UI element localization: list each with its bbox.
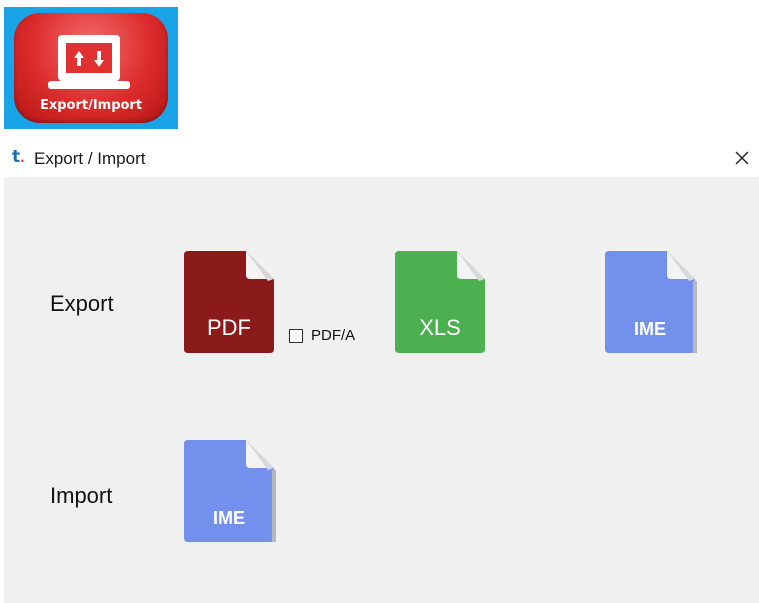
pdf-label: PDF (207, 315, 251, 340)
app-icon-label: Export/Import (39, 98, 143, 113)
export-xls-button[interactable]: XLS (395, 251, 485, 353)
pdfa-option[interactable]: PDF/A (289, 327, 355, 344)
import-label: Import (50, 483, 113, 508)
export-import-app-icon[interactable]: Export/Import (14, 13, 168, 123)
dialog-body: Export PDF PDF/A XLS IME Import IME (4, 177, 759, 603)
export-pdf-button[interactable]: PDF (184, 251, 274, 353)
export-ime-button[interactable]: IME (605, 251, 697, 353)
xls-label: XLS (419, 315, 461, 340)
ime-label: IME (633, 319, 666, 339)
app-icon-background: Export/Import (4, 7, 178, 129)
export-label: Export (50, 291, 114, 316)
app-logo-icon: t. (12, 147, 25, 167)
close-icon (735, 151, 749, 165)
close-button[interactable] (725, 143, 759, 173)
pdfa-checkbox[interactable] (289, 328, 303, 343)
window-titlebar: t. Export / Import (4, 141, 759, 177)
pdfa-label: PDF/A (311, 327, 356, 344)
ime-label: IME (212, 508, 245, 528)
window-title: Export / Import (34, 149, 146, 168)
import-ime-button[interactable]: IME (184, 440, 278, 542)
